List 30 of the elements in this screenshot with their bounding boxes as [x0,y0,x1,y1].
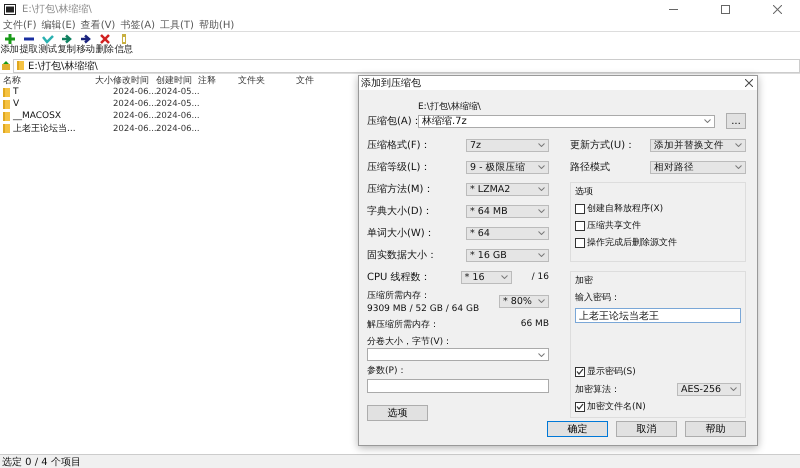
field-label: 压缩等级(L)： [367,160,430,174]
field-label: 固实数据大小： [367,248,437,262]
field-label: 压缩格式(F)： [367,138,431,152]
status-bar: 选定 0 / 4 个项目 [0,454,800,468]
field-label: 参数(P)： [367,364,406,376]
checkbox-label: 加密文件名(N) [587,400,646,413]
field-label: 输入密码： [575,292,621,304]
field-label: 压缩所需内存： [367,290,431,302]
checkbox-label: 压缩共享文件 [587,220,641,232]
checkbox-label: 创建自释放程序(X) [587,202,664,215]
window-title: E:\打包\林缩缩\ [22,2,93,16]
group-title: 选项 [575,186,594,198]
field-label: 压缩包(A)： [367,114,418,128]
memory-value: 66 MB [520,319,549,329]
field-label: 压缩方法(M)： [367,182,434,196]
thread-total: / 16 [532,272,549,282]
dialog-title: 添加到压缩包 [361,76,421,90]
field-label: 更新方式(U)： [570,138,636,152]
field-label: 字典大小(D)： [367,204,433,218]
field-label: 单词大小(W)： [367,226,435,240]
field-label: 加密算法： [575,384,620,396]
field-label: 分卷大小，字节(V)： [367,336,452,348]
field-label: 解压缩所需内存： [367,318,439,330]
checkbox-label: 显示密码(S) [587,366,636,378]
field-label: 路径模式 [570,160,610,174]
field-label: CPU 线程数： [367,270,431,284]
memory-usage: 9309 MB / 52 GB / 64 GB [367,304,480,314]
archive-path: E:\打包\林缩缩\ [418,100,482,113]
group-title: 加密 [575,274,594,287]
checkbox-label: 操作完成后删除源文件 [587,236,677,249]
